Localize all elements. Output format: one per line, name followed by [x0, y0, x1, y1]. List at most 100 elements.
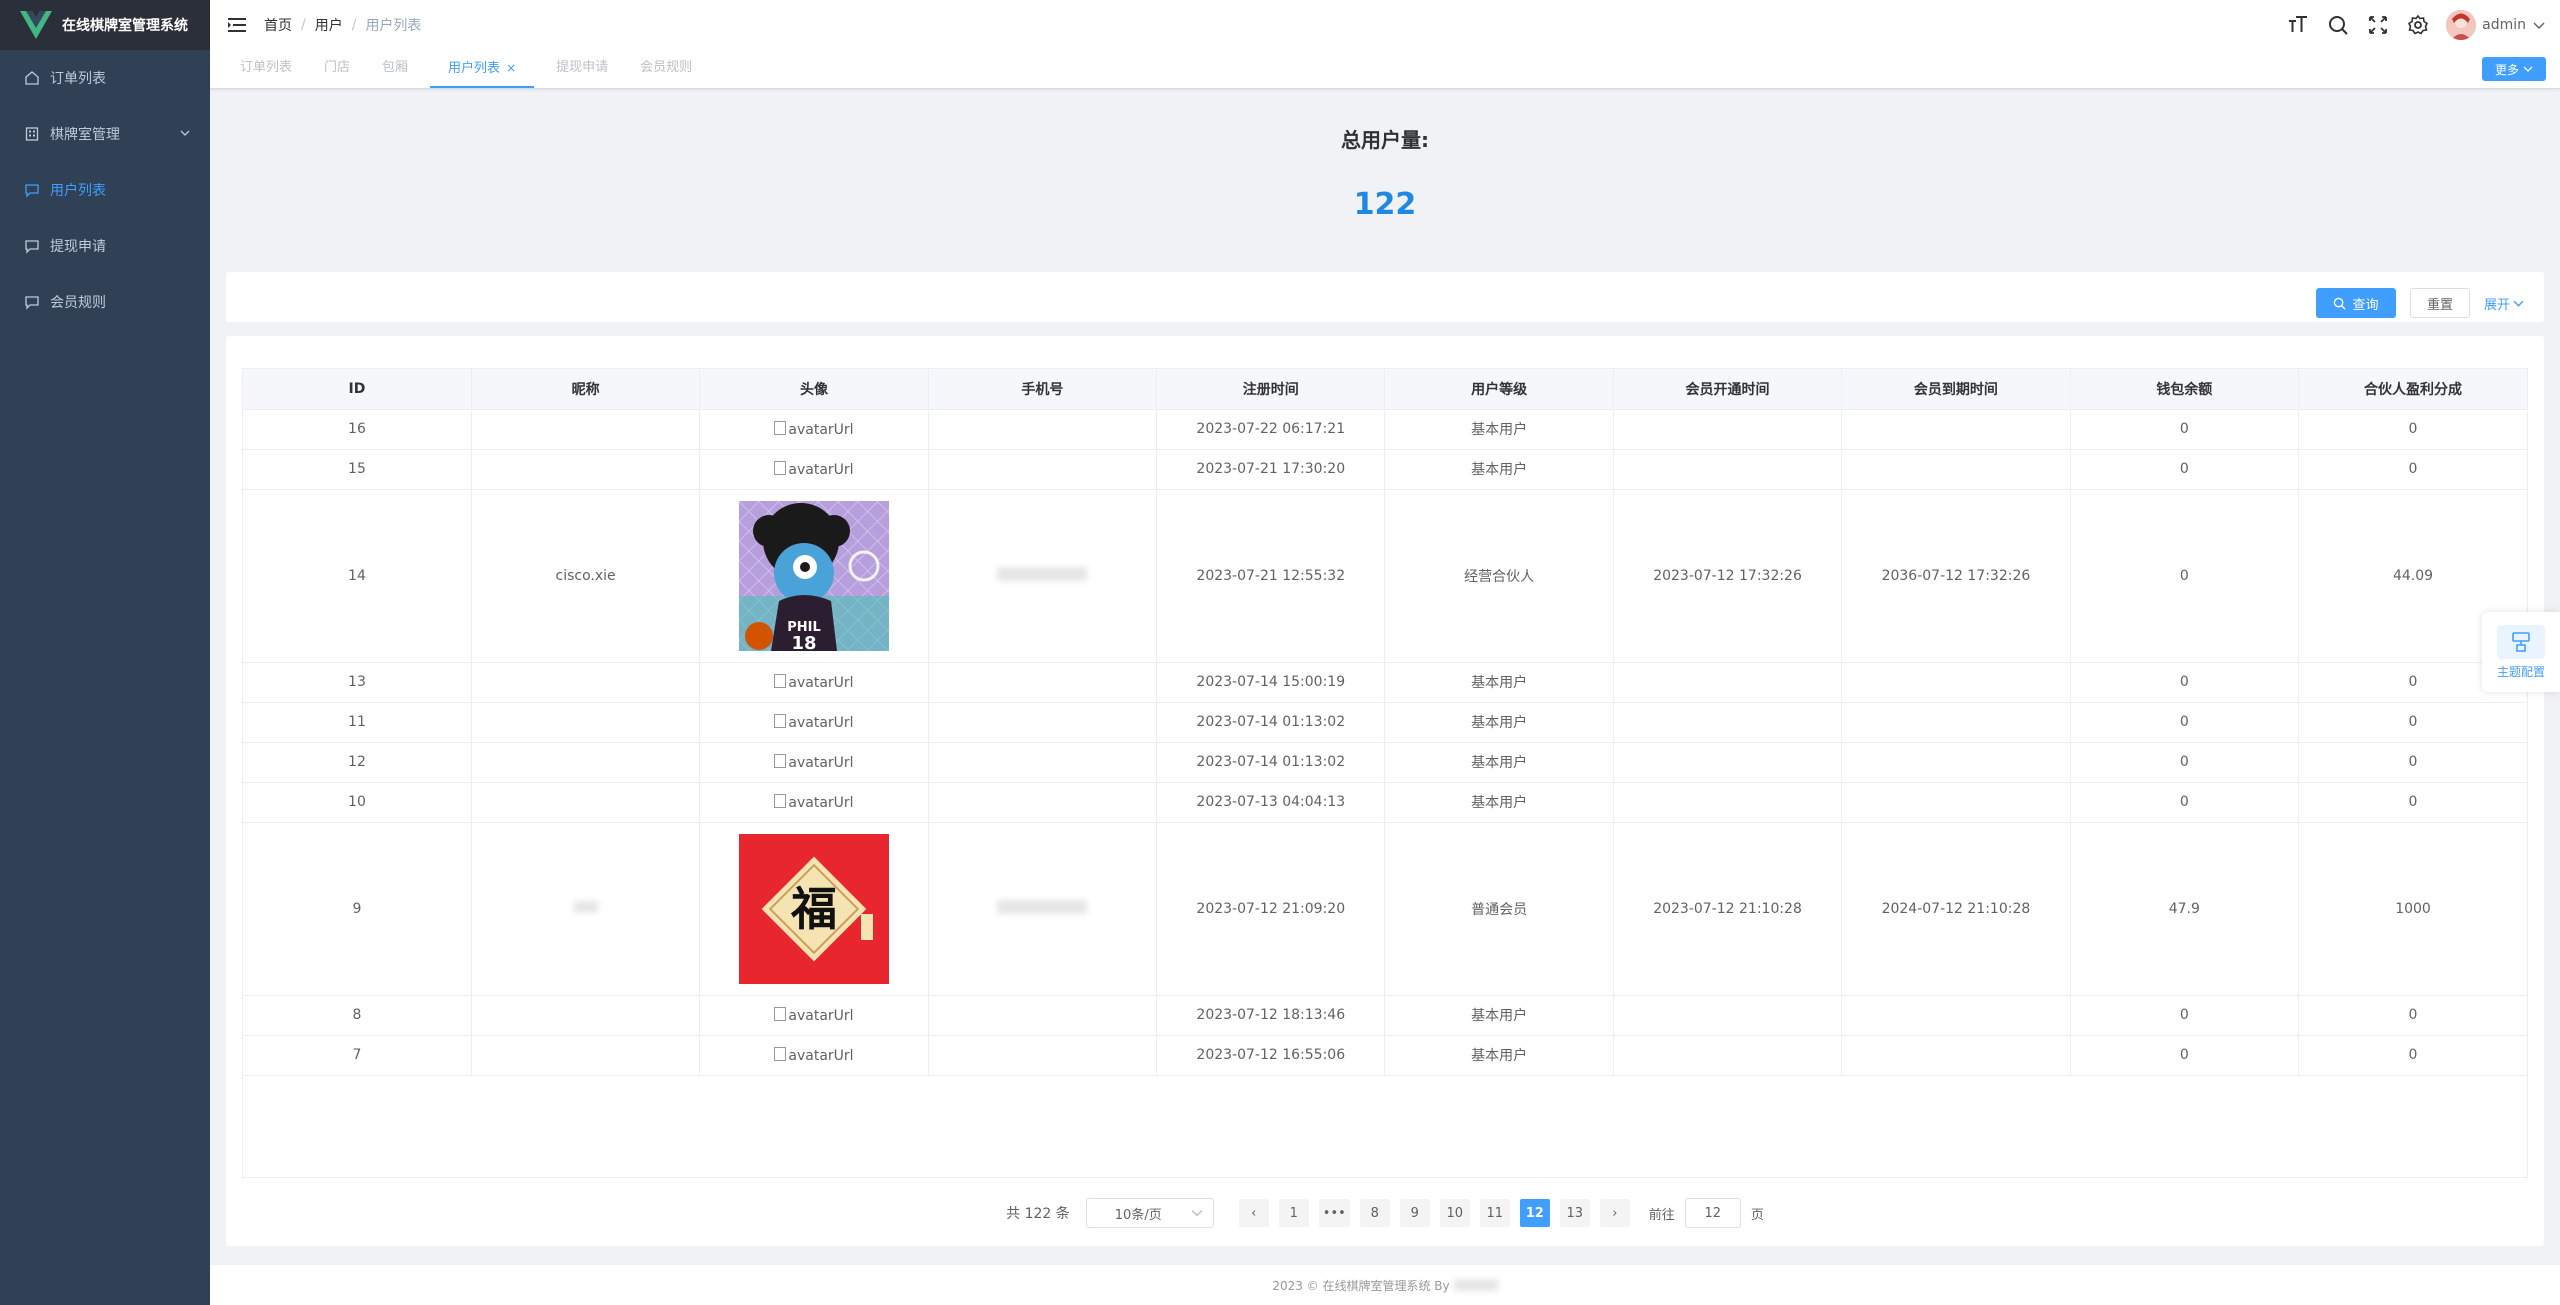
page-button[interactable]: 9: [1399, 1199, 1430, 1227]
page-size-value: 10条/页: [1114, 1207, 1162, 1223]
next-page-button[interactable]: ›: [1599, 1199, 1630, 1227]
page-ellipsis-button[interactable]: •••: [1318, 1199, 1350, 1227]
page-button[interactable]: 13: [1559, 1199, 1590, 1227]
tab-user-list[interactable]: 用户列表 ×: [430, 50, 535, 88]
page-button[interactable]: 8: [1359, 1199, 1390, 1227]
footer: 2023 © 在线棋牌室管理系统 By: [210, 1265, 2560, 1305]
close-icon[interactable]: ×: [506, 61, 516, 75]
page-button[interactable]: 1: [1278, 1199, 1309, 1227]
sidebar-item-orders[interactable]: 订单列表: [0, 50, 210, 106]
vue-logo-icon: [20, 11, 52, 39]
cell-wallet: 0: [2070, 702, 2300, 743]
page-size-select[interactable]: 10条/页: [1085, 1198, 1214, 1228]
column-header: ID: [243, 369, 472, 410]
user-dropdown[interactable]: admin: [2446, 10, 2546, 40]
cell-wallet: 0: [2070, 409, 2300, 450]
sidebar-item-withdrawals[interactable]: 提现申请: [0, 218, 210, 274]
breadcrumb-home[interactable]: 首页: [264, 15, 292, 35]
page-button-current[interactable]: 12: [1519, 1199, 1550, 1227]
hamburger-icon[interactable]: [226, 14, 248, 36]
gear-icon[interactable]: [2407, 14, 2429, 36]
table-row[interactable]: 15 avatarUrl 2023-07-21 17:30:20 基本用户 0 …: [243, 449, 2527, 490]
cell-vip-start: [1613, 995, 1843, 1036]
sidebar: 在线棋牌室管理系统 订单列表 棋牌室管理 用户列表 提现申请 会员规则: [0, 0, 210, 1305]
cell-nickname: [471, 449, 701, 490]
cell-phone: [928, 1035, 1158, 1076]
cell-id: 15: [243, 449, 472, 490]
tab-rooms[interactable]: 包厢: [372, 50, 418, 88]
table-row[interactable]: 12 avatarUrl 2023-07-14 01:13:02 基本用户 0 …: [243, 742, 2527, 783]
goto-page-input[interactable]: [1684, 1198, 1741, 1228]
cell-avatar: PHIL 18: [699, 489, 929, 663]
cell-id: 14: [243, 489, 472, 663]
theme-config-button[interactable]: 主题配置: [2482, 612, 2560, 692]
search-icon[interactable]: [2327, 14, 2349, 36]
cell-vip-end: 2036-07-12 17:32:26: [1841, 489, 2071, 663]
cell-reg-time: 2023-07-22 06:17:21: [1156, 409, 1386, 450]
cell-level: 基本用户: [1384, 662, 1614, 703]
more-label: 更多: [2494, 62, 2519, 77]
tab-stores[interactable]: 门店: [314, 50, 360, 88]
cell-phone: [928, 449, 1158, 490]
search-icon: [2334, 297, 2347, 310]
avatar-image-basketball-character: PHIL 18: [738, 500, 889, 651]
breadcrumb-current: 用户列表: [365, 18, 422, 34]
cell-level: 基本用户: [1384, 782, 1614, 823]
cell-wallet: 0: [2070, 1035, 2300, 1076]
chevron-down-icon: [2523, 66, 2533, 72]
table-row[interactable]: 7 avatarUrl 2023-07-12 16:55:06 基本用户 0 0: [243, 1035, 2527, 1076]
table-row[interactable]: 11 avatarUrl 2023-07-14 01:13:02 基本用户 0 …: [243, 702, 2527, 743]
breadcrumb-user[interactable]: 用户: [315, 15, 343, 35]
column-header: 头像: [699, 369, 929, 410]
cell-wallet: 0: [2070, 449, 2300, 490]
table-row[interactable]: 13 avatarUrl 2023-07-14 15:00:19 基本用户 0 …: [243, 662, 2527, 703]
reset-button[interactable]: 重置: [2410, 288, 2470, 318]
tab-orders[interactable]: 订单列表: [230, 50, 302, 88]
chat-icon: [24, 182, 40, 198]
cell-nickname: [471, 409, 701, 450]
cell-vip-end: [1841, 782, 2071, 823]
fullscreen-icon[interactable]: [2367, 14, 2389, 36]
expand-button[interactable]: 展开: [2484, 288, 2524, 318]
cell-reg-time: 2023-07-12 16:55:06: [1156, 1035, 1386, 1076]
column-header: 手机号: [928, 369, 1158, 410]
table-row[interactable]: 9 福 2023-07-12 21:09:20 普通会员 2023-07-12 …: [243, 822, 2527, 996]
cell-vip-start: [1613, 702, 1843, 743]
page-button[interactable]: 11: [1479, 1199, 1510, 1227]
sidebar-item-member-rules[interactable]: 会员规则: [0, 274, 210, 330]
tab-withdrawals[interactable]: 提现申请: [546, 50, 618, 88]
font-size-icon[interactable]: [2287, 14, 2309, 36]
cell-share: 0: [2298, 449, 2527, 490]
table-header-row: ID 昵称 头像 手机号 注册时间 用户等级 会员开通时间 会员到期时间 钱包余…: [243, 369, 2527, 410]
cell-reg-time: 2023-07-13 04:04:13: [1156, 782, 1386, 823]
tab-member-rules[interactable]: 会员规则: [630, 50, 702, 88]
table-row[interactable]: 14 cisco.xie PHIL 18 2023-07-21 12:55:32…: [243, 489, 2527, 663]
page-button[interactable]: 10: [1439, 1199, 1470, 1227]
cell-id: 11: [243, 702, 472, 743]
table-card: ID 昵称 头像 手机号 注册时间 用户等级 会员开通时间 会员到期时间 钱包余…: [226, 336, 2544, 1246]
pagination-total: 共 122 条: [1006, 1206, 1070, 1222]
cell-id: 16: [243, 409, 472, 450]
sidebar-item-room-management[interactable]: 棋牌室管理: [0, 106, 210, 162]
sidebar-item-users[interactable]: 用户列表: [0, 162, 210, 218]
cell-level: 经营合伙人: [1384, 489, 1614, 663]
query-button[interactable]: 查询: [2316, 288, 2396, 318]
more-tabs-button[interactable]: 更多: [2482, 57, 2546, 81]
table-row[interactable]: 8 avatarUrl 2023-07-12 18:13:46 基本用户 0 0: [243, 995, 2527, 1036]
query-label: 查询: [2352, 297, 2379, 313]
blurred-nickname: [573, 900, 598, 913]
app-title: 在线棋牌室管理系统: [62, 18, 188, 34]
prev-page-button[interactable]: ‹: [1238, 1199, 1269, 1227]
cell-reg-time: 2023-07-21 12:55:32: [1156, 489, 1386, 663]
table-row[interactable]: 16 avatarUrl 2023-07-22 06:17:21 基本用户 0 …: [243, 409, 2527, 450]
footer-text: 2023 © 在线棋牌室管理系统 By: [1272, 1278, 1450, 1293]
theme-config-icon: [2497, 624, 2545, 659]
cell-vip-end: [1841, 662, 2071, 703]
cell-phone: [928, 822, 1158, 996]
table-row[interactable]: 10 avatarUrl 2023-07-13 04:04:13 基本用户 0 …: [243, 782, 2527, 823]
cell-level: 基本用户: [1384, 702, 1614, 743]
cell-vip-start: 2023-07-12 17:32:26: [1613, 489, 1843, 663]
cell-share: 0: [2298, 782, 2527, 823]
logo-bar[interactable]: 在线棋牌室管理系统: [0, 0, 210, 50]
tags-view: 订单列表 门店 包厢 用户列表 × 提现申请 会员规则 更多: [210, 50, 2560, 89]
